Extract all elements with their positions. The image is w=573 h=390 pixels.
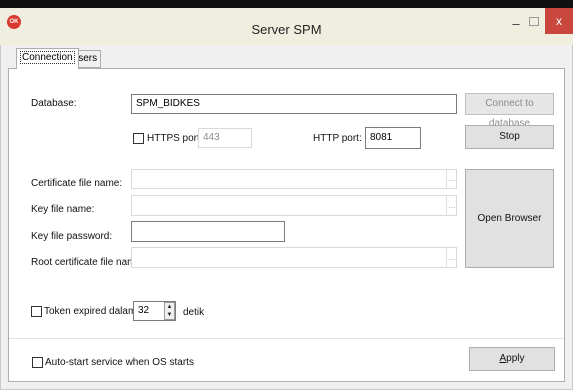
connect-to-database-button[interactable]: Connect to database xyxy=(465,93,554,129)
stop-button[interactable]: Stop xyxy=(465,125,554,149)
open-browser-button[interactable]: Open Browser xyxy=(465,169,554,268)
http-port-input[interactable]: 8081 xyxy=(365,127,421,149)
certificate-file-label: Certificate file name: xyxy=(31,178,123,189)
spin-down-icon[interactable]: ▼ xyxy=(165,311,174,319)
key-password-label: Key file password: xyxy=(31,231,113,242)
certificate-file-input[interactable] xyxy=(131,169,457,189)
key-password-input[interactable] xyxy=(131,221,285,242)
maximize-icon[interactable] xyxy=(525,14,545,34)
root-certificate-browse-icon[interactable]: ... xyxy=(446,248,457,267)
token-expired-label: Token expired dalam xyxy=(44,306,137,317)
token-expired-checkbox[interactable] xyxy=(31,306,42,317)
certificate-browse-icon[interactable]: ... xyxy=(446,170,457,188)
tab-connection[interactable]: Connection xyxy=(16,48,79,69)
https-port-input[interactable]: 443 xyxy=(198,128,252,148)
root-certificate-input[interactable] xyxy=(131,247,457,268)
spin-up-icon[interactable]: ▲ xyxy=(165,303,174,311)
database-label: Database: xyxy=(31,98,77,109)
https-checkbox[interactable] xyxy=(133,133,144,144)
root-certificate-label: Root certificate file name: xyxy=(31,257,144,268)
close-icon[interactable]: x xyxy=(545,8,573,34)
token-spinner[interactable]: ▲ ▼ xyxy=(164,302,175,320)
key-file-input[interactable] xyxy=(131,195,457,216)
http-port-label: HTTP port: xyxy=(313,133,362,144)
autostart-label: Auto-start service when OS starts xyxy=(45,357,194,368)
https-port-label: HTTPS port: xyxy=(147,133,203,144)
key-file-browse-icon[interactable]: ... xyxy=(446,196,457,215)
token-unit-label: detik xyxy=(183,307,205,318)
minimize-icon[interactable]: – xyxy=(509,17,523,32)
bottom-divider xyxy=(9,338,564,339)
window-title: Server SPM xyxy=(251,22,322,37)
apply-button[interactable]: Apply xyxy=(469,347,555,371)
key-file-label: Key file name: xyxy=(31,204,95,215)
autostart-checkbox[interactable] xyxy=(32,357,43,368)
apply-label: pply xyxy=(506,353,525,364)
database-input[interactable]: SPM_BIDKES xyxy=(131,94,457,114)
screen-top-strip xyxy=(0,0,573,8)
tab-connection-label: Connection xyxy=(20,51,75,64)
